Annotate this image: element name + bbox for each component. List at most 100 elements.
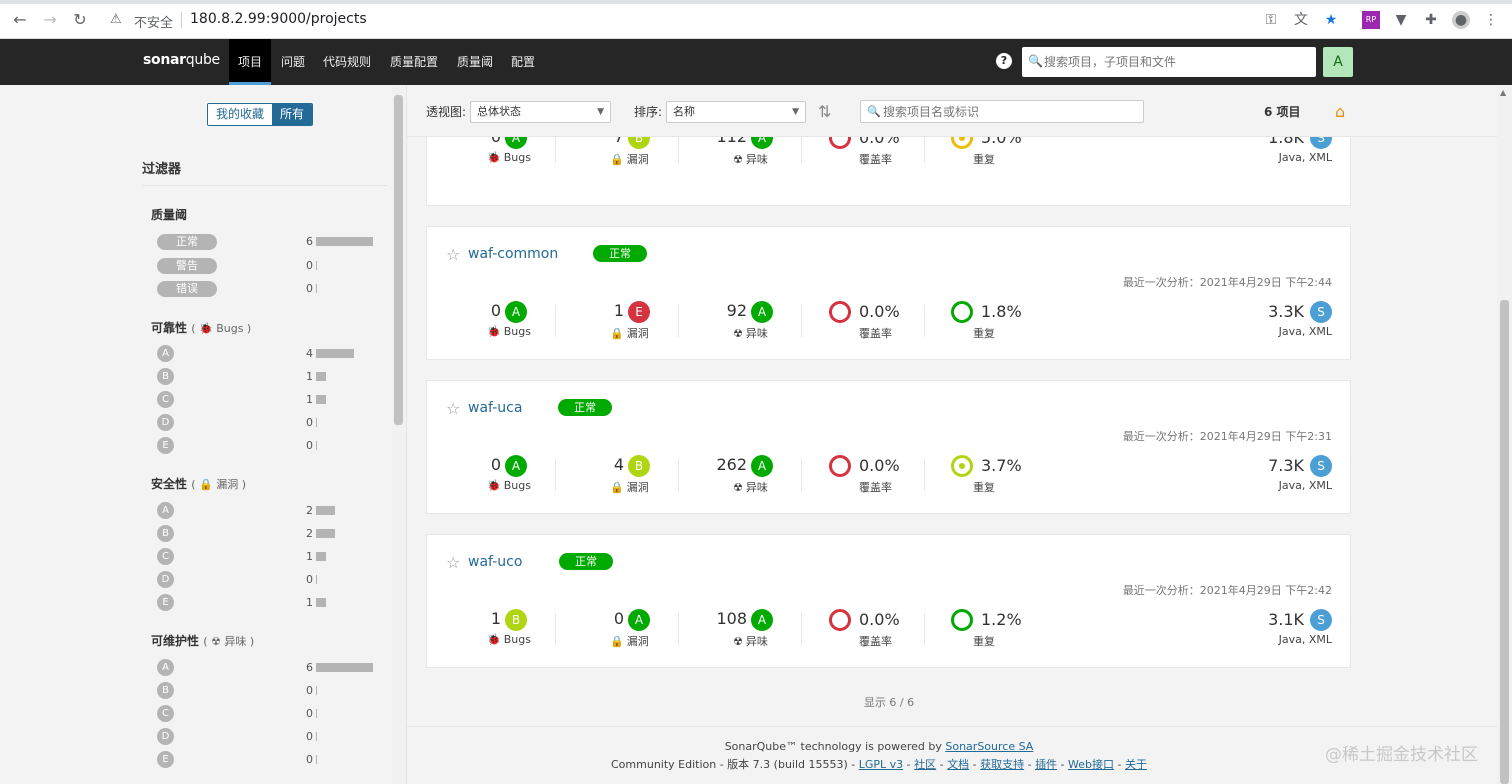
duplication-value[interactable]: 3.7% xyxy=(981,456,1022,475)
sort-order-icon[interactable]: ⇅ xyxy=(818,102,831,121)
home-icon[interactable]: ⌂ xyxy=(1335,102,1345,121)
sonarqube-logo[interactable]: sonarqube xyxy=(143,52,220,68)
coverage-value[interactable]: 0.0% xyxy=(859,456,900,475)
bugs-label-text: Bugs xyxy=(503,151,531,164)
profile-icon[interactable]: ● xyxy=(1452,11,1470,29)
measure-vulnerabilities[interactable]: 1 E 🔒 漏洞 xyxy=(570,301,680,341)
filter-row-reliability[interactable]: B1 xyxy=(157,368,377,386)
filter-row-security[interactable]: C1 xyxy=(157,548,377,566)
vulnerabilities-value[interactable]: 1 xyxy=(614,301,624,320)
filter-row-security[interactable]: B2 xyxy=(157,525,377,543)
code-smells-value[interactable]: 262 xyxy=(716,455,747,474)
footer-link[interactable]: 获取支持 xyxy=(980,758,1024,771)
vulnerabilities-value[interactable]: 0 xyxy=(614,609,624,628)
measure-code-smells[interactable]: 108 A ☢ 异味 xyxy=(693,609,803,649)
duplication-value[interactable]: 1.2% xyxy=(981,610,1022,629)
footer-link[interactable]: 插件 xyxy=(1035,758,1057,771)
filter-row-maintainability[interactable]: A6 xyxy=(157,659,377,677)
duplication-value[interactable]: 1.8% xyxy=(981,302,1022,321)
vulnerabilities-value[interactable]: 4 xyxy=(614,455,624,474)
key-icon[interactable]: ⚿ xyxy=(1262,11,1280,29)
nav-administration[interactable]: 配置 xyxy=(502,39,544,85)
page-scrollbar[interactable]: ▲ xyxy=(1497,85,1512,784)
nav-rules[interactable]: 代码规则 xyxy=(314,39,380,85)
measure-vulnerabilities[interactable]: 4 B 🔒 漏洞 xyxy=(570,455,680,495)
footer-sonarsource-link[interactable]: SonarSource SA xyxy=(945,740,1033,753)
favorite-star-icon[interactable]: ☆ xyxy=(446,553,460,572)
user-avatar[interactable]: A xyxy=(1323,47,1353,77)
footer-link[interactable]: 文档 xyxy=(947,758,969,771)
filter-count: 1 xyxy=(306,370,313,383)
filter-row-maintainability[interactable]: B0 xyxy=(157,682,377,700)
filter-row-maintainability[interactable]: E0 xyxy=(157,751,377,769)
filter-row-security[interactable]: E1 xyxy=(157,594,377,612)
bookmark-star-icon[interactable]: ★ xyxy=(1322,11,1340,29)
footer-link[interactable]: LGPL v3 xyxy=(859,758,903,771)
filter-row-maintainability[interactable]: D0 xyxy=(157,728,377,746)
measure-bugs[interactable]: 1 B 🐞 Bugs xyxy=(447,609,557,649)
global-search[interactable]: 🔍 xyxy=(1022,47,1316,77)
nav-quality-profiles[interactable]: 质量配置 xyxy=(381,39,447,85)
project-name-link[interactable]: waf-uca xyxy=(468,400,522,416)
sort-select[interactable]: 名称 ▼ xyxy=(666,101,806,123)
measure-vulnerabilities[interactable]: 0 A 🔒 漏洞 xyxy=(570,609,680,649)
sidebar-scroll-thumb[interactable] xyxy=(394,95,403,425)
filter-row-maintainability[interactable]: C0 xyxy=(157,705,377,723)
favorite-star-icon[interactable]: ☆ xyxy=(446,399,460,418)
project-search[interactable]: 🔍 xyxy=(860,100,1144,123)
projects-main: 透视图: 总体状态▼ 排序: 名称▼ ⇅ 🔍 6 项目 ⌂ 0A🐞Bugs7B🔒… xyxy=(407,85,1497,784)
filter-row-quality_gate[interactable]: 警告 0 xyxy=(157,257,377,275)
nav-projects[interactable]: 项目 xyxy=(229,39,272,85)
back-arrow-icon[interactable]: ← xyxy=(10,10,30,30)
favorite-star-icon[interactable]: ☆ xyxy=(446,245,460,264)
filter-row-security[interactable]: D0 xyxy=(157,571,377,589)
footer-link[interactable]: Web接口 xyxy=(1068,758,1114,771)
measure-bugs[interactable]: 0A 🐞Bugs xyxy=(447,455,557,495)
coverage-value[interactable]: 0.0% xyxy=(859,610,900,629)
filter-row-reliability[interactable]: D0 xyxy=(157,414,377,432)
bugs-value[interactable]: 0 xyxy=(491,455,501,474)
more-menu-icon[interactable]: ⋮ xyxy=(1482,11,1500,29)
code-smells-value[interactable]: 108 xyxy=(716,609,747,628)
translate-icon[interactable]: 文 xyxy=(1292,11,1310,29)
project-search-input[interactable] xyxy=(883,103,1133,120)
nav-issues[interactable]: 问题 xyxy=(272,39,314,85)
perspective-select[interactable]: 总体状态 ▼ xyxy=(470,101,611,123)
code-smells-value[interactable]: 92 xyxy=(727,301,747,320)
scroll-up-icon[interactable]: ▲ xyxy=(1500,88,1506,97)
footer-link[interactable]: 社区 xyxy=(914,758,936,771)
rating-circle: D xyxy=(157,414,174,431)
filter-row-reliability[interactable]: E0 xyxy=(157,437,377,455)
reload-icon[interactable]: ↻ xyxy=(70,10,90,30)
url-text[interactable]: 180.8.2.99:9000/projects xyxy=(190,11,367,27)
filter-row-reliability[interactable]: A4 xyxy=(157,345,377,363)
toggle-favorites[interactable]: 我的收藏 xyxy=(208,104,273,125)
project-name-link[interactable]: waf-uco xyxy=(468,554,522,570)
nav-quality-gates[interactable]: 质量阈 xyxy=(448,39,502,85)
measure-bugs[interactable]: 0A 🐞Bugs xyxy=(447,301,557,341)
filter-row-quality_gate[interactable]: 正常 6 xyxy=(157,233,377,251)
page-scroll-thumb[interactable] xyxy=(1500,300,1509,784)
bugs-value[interactable]: 1 xyxy=(491,609,501,628)
footer-link[interactable]: 关于 xyxy=(1125,758,1147,771)
filter-row-security[interactable]: A2 xyxy=(157,502,377,520)
bugs-value[interactable]: 0 xyxy=(491,301,501,320)
vue-extension-icon[interactable]: ▼ xyxy=(1392,11,1410,29)
help-icon[interactable]: ? xyxy=(996,53,1012,69)
measure-code-smells[interactable]: 92 A ☢ 异味 xyxy=(693,301,803,341)
project-name-link[interactable]: waf-common xyxy=(468,246,558,262)
forward-arrow-icon[interactable]: → xyxy=(40,10,60,30)
filter-bar xyxy=(316,349,354,358)
filter-row-reliability[interactable]: C1 xyxy=(157,391,377,409)
rp-extension-icon[interactable]: RP xyxy=(1362,11,1380,29)
measure-code-smells[interactable]: 262 A ☢ 异味 xyxy=(693,455,803,495)
toggle-all[interactable]: 所有 xyxy=(272,104,313,125)
coverage-value[interactable]: 0.0% xyxy=(859,302,900,321)
filter-row-quality_gate[interactable]: 错误 0 xyxy=(157,280,377,298)
address-bar[interactable]: ⚠ 不安全 180.8.2.99:9000/projects xyxy=(104,6,1244,34)
extensions-puzzle-icon[interactable]: ✚ xyxy=(1422,11,1440,29)
filters-divider xyxy=(142,185,387,186)
sidebar-scrollbar[interactable] xyxy=(392,85,406,784)
filter-count: 4 xyxy=(306,347,313,360)
global-search-input[interactable] xyxy=(1044,52,1304,72)
